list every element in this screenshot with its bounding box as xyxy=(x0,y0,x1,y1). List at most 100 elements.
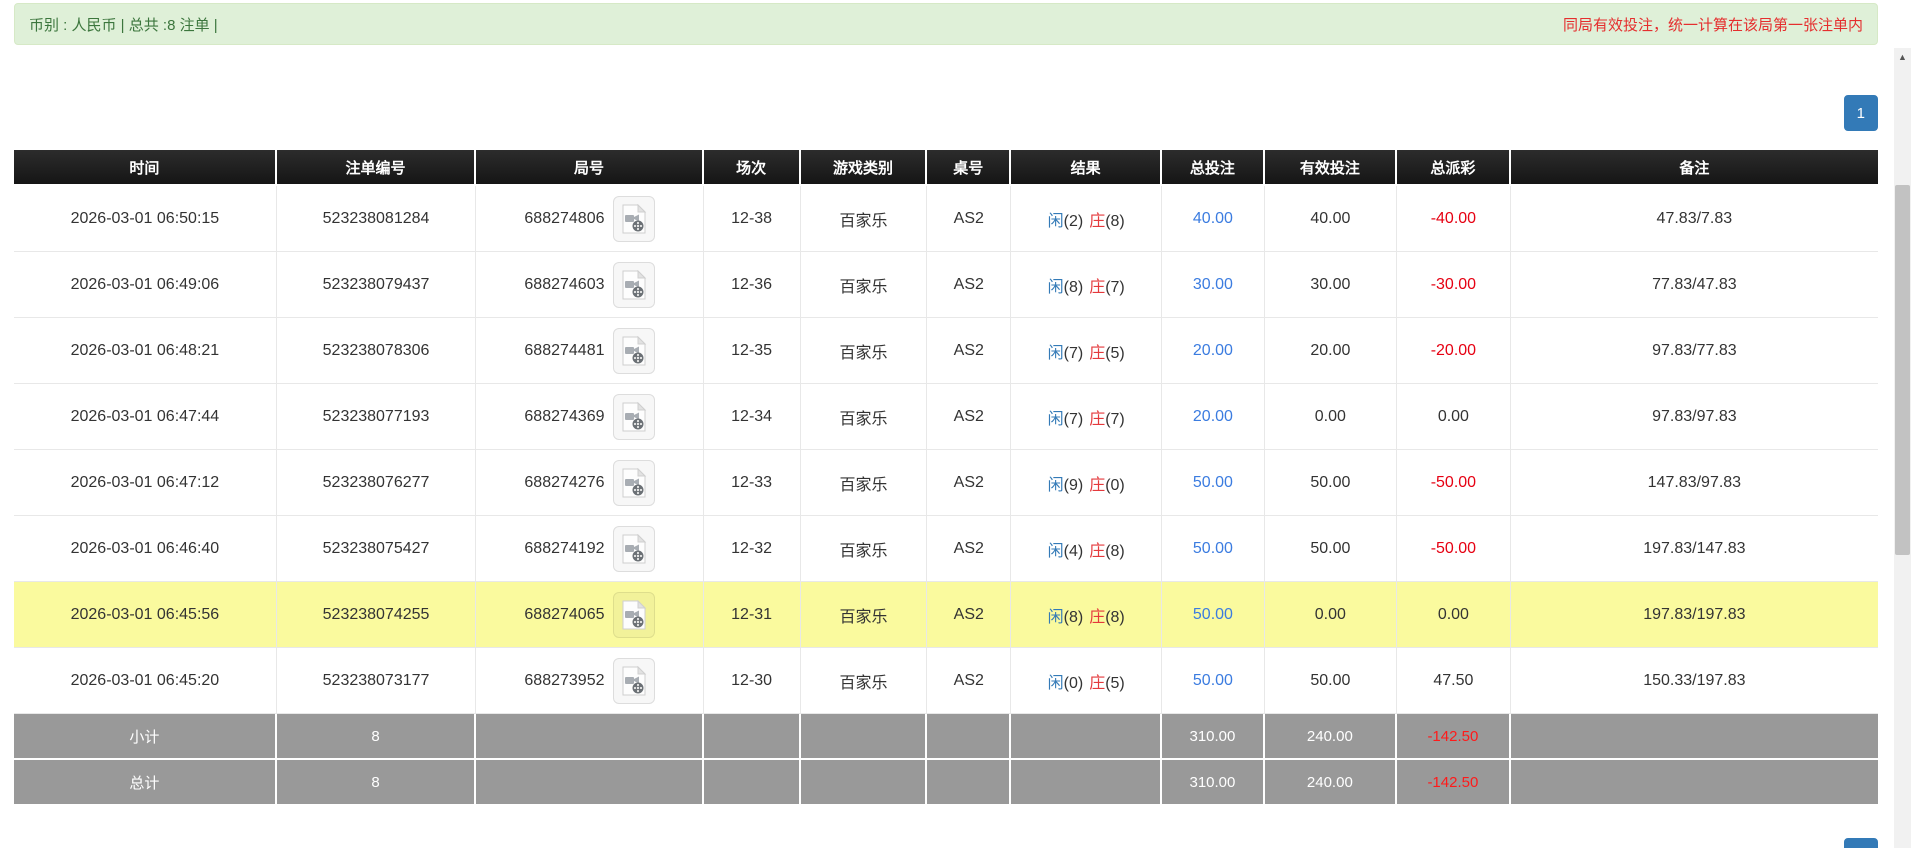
scrollbar-thumb[interactable] xyxy=(1895,185,1910,555)
page-1-button[interactable]: 1 xyxy=(1843,95,1878,131)
valid-bet: 0.00 xyxy=(1264,582,1398,648)
round-id: 688274192 xyxy=(524,539,605,557)
player-label: 闲 xyxy=(1047,278,1064,296)
result-cell: 闲(7) 庄(5) xyxy=(1011,318,1163,384)
player-label: 闲 xyxy=(1047,476,1064,494)
total-bet-cell: 40.00 xyxy=(1162,186,1265,252)
remark: 197.83/147.83 xyxy=(1510,516,1878,582)
round-cell: 688274276 xyxy=(476,450,704,516)
total-bet-link[interactable]: 20.00 xyxy=(1193,408,1233,425)
header-remark: 备注 xyxy=(1510,150,1878,186)
total-bet-cell: 50.00 xyxy=(1162,450,1265,516)
round-cell: 688274481 xyxy=(476,318,704,384)
banker-label: 庄 xyxy=(1089,278,1106,296)
total-bet-cell: 20.00 xyxy=(1162,384,1265,450)
table-no: AS2 xyxy=(927,582,1012,648)
banker-label: 庄 xyxy=(1089,674,1106,692)
banker-score: (0) xyxy=(1105,476,1125,494)
video-replay-button[interactable] xyxy=(612,393,655,440)
remark: 97.83/97.83 xyxy=(1510,384,1878,450)
banker-score: (5) xyxy=(1105,344,1125,362)
video-replay-button[interactable] xyxy=(612,591,655,638)
video-replay-button[interactable] xyxy=(612,261,655,308)
round-cell: 688274603 xyxy=(476,252,704,318)
payout: 47.50 xyxy=(1397,648,1511,714)
game-type: 百家乐 xyxy=(800,582,928,648)
total-bet-link[interactable]: 30.00 xyxy=(1193,276,1233,293)
game-type: 百家乐 xyxy=(800,450,928,516)
page-1-button[interactable]: 1 xyxy=(1843,838,1878,848)
remark: 147.83/97.83 xyxy=(1510,450,1878,516)
game-type: 百家乐 xyxy=(800,186,928,252)
table-no: AS2 xyxy=(927,318,1012,384)
remark: 77.83/47.83 xyxy=(1510,252,1878,318)
video-replay-button[interactable] xyxy=(612,195,655,242)
header-time: 时间 xyxy=(14,150,277,186)
player-score: (8) xyxy=(1063,278,1084,296)
total-payout: -142.50 xyxy=(1397,760,1511,806)
bet-id: 523238073177 xyxy=(276,648,477,714)
total-bet-link[interactable]: 50.00 xyxy=(1193,474,1233,491)
total-label: 总计 xyxy=(14,760,277,806)
pagination-bottom: 1 xyxy=(1843,838,1878,848)
valid-bet: 50.00 xyxy=(1264,648,1398,714)
table-row: 2026-03-01 06:45:56 523238074255 6882740… xyxy=(14,582,1878,648)
bet-time: 2026-03-01 06:45:56 xyxy=(14,582,277,648)
total-bet-cell: 20.00 xyxy=(1162,318,1265,384)
bet-records-table: 时间 注单编号 局号 场次 游戏类别 桌号 结果 总投注 有效投注 总派彩 备注… xyxy=(14,150,1878,806)
total-valid-bet: 240.00 xyxy=(1264,760,1398,806)
bet-id: 523238078306 xyxy=(276,318,477,384)
total-bet-link[interactable]: 50.00 xyxy=(1193,540,1233,557)
game-type: 百家乐 xyxy=(800,648,928,714)
round-id: 688274369 xyxy=(524,407,605,425)
subtotal-row: 小计 8 310.00 240.00 -142.50 xyxy=(14,714,1878,760)
header-bet-id: 注单编号 xyxy=(276,150,477,186)
header-total-bet: 总投注 xyxy=(1162,150,1265,186)
header-game-type: 游戏类别 xyxy=(800,150,928,186)
banker-label: 庄 xyxy=(1089,476,1106,494)
scroll-up-arrow-icon[interactable]: ▲ xyxy=(1894,48,1911,66)
table-row: 2026-03-01 06:48:21 523238078306 6882744… xyxy=(14,318,1878,384)
total-bet-link[interactable]: 40.00 xyxy=(1193,210,1233,227)
bet-time: 2026-03-01 06:45:20 xyxy=(14,648,277,714)
player-score: (2) xyxy=(1063,212,1084,230)
valid-bet: 20.00 xyxy=(1264,318,1398,384)
video-replay-icon xyxy=(622,467,646,497)
session-no: 12-34 xyxy=(703,384,801,450)
bet-history-page: 币别 : 人民币 | 总共 :8 注单 | 同局有效投注，统一计算在该局第一张注… xyxy=(0,0,1911,848)
session-no: 12-31 xyxy=(703,582,801,648)
result-cell: 闲(8) 庄(8) xyxy=(1011,582,1163,648)
bet-id: 523238076277 xyxy=(276,450,477,516)
round-id: 688274481 xyxy=(524,341,605,359)
subtotal-valid-bet: 240.00 xyxy=(1264,714,1398,760)
currency-summary-text: 币别 : 人民币 | 总共 :8 注单 | xyxy=(29,16,218,34)
video-replay-button[interactable] xyxy=(612,657,655,704)
video-replay-icon xyxy=(622,665,646,695)
banker-score: (7) xyxy=(1105,410,1125,428)
scrollbar[interactable]: ▲ xyxy=(1894,48,1911,848)
result-cell: 闲(0) 庄(5) xyxy=(1011,648,1163,714)
total-bet-cell: 50.00 xyxy=(1162,516,1265,582)
bet-time: 2026-03-01 06:47:12 xyxy=(14,450,277,516)
game-type: 百家乐 xyxy=(800,384,928,450)
result-cell: 闲(4) 庄(8) xyxy=(1011,516,1163,582)
round-cell: 688274806 xyxy=(476,186,704,252)
remark: 97.83/77.83 xyxy=(1510,318,1878,384)
total-bet-link[interactable]: 50.00 xyxy=(1193,672,1233,689)
round-id: 688274065 xyxy=(524,605,605,623)
player-label: 闲 xyxy=(1047,608,1064,626)
banker-label: 庄 xyxy=(1089,410,1106,428)
total-bet-link[interactable]: 20.00 xyxy=(1193,342,1233,359)
result-cell: 闲(9) 庄(0) xyxy=(1011,450,1163,516)
video-replay-icon xyxy=(622,599,646,629)
round-id: 688274276 xyxy=(524,473,605,491)
total-bet-link[interactable]: 50.00 xyxy=(1193,606,1233,623)
table-row: 2026-03-01 06:47:12 523238076277 6882742… xyxy=(14,450,1878,516)
game-type: 百家乐 xyxy=(800,516,928,582)
video-replay-button[interactable] xyxy=(612,459,655,506)
player-score: (7) xyxy=(1063,410,1084,428)
bet-time: 2026-03-01 06:48:21 xyxy=(14,318,277,384)
video-replay-button[interactable] xyxy=(612,327,655,374)
video-replay-button[interactable] xyxy=(612,525,655,572)
header-table-no: 桌号 xyxy=(927,150,1012,186)
